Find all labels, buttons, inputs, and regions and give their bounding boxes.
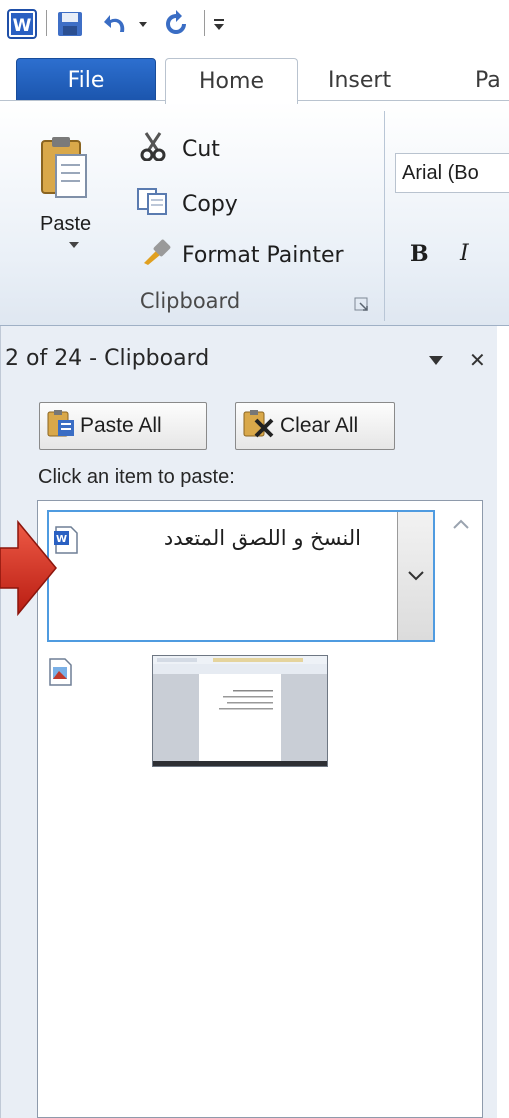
brush-icon (140, 237, 172, 273)
chevron-down-icon (407, 571, 424, 581)
ribbon-tabs: File Home Insert Pa (0, 50, 509, 104)
ribbon-home: Paste Cut Copy Format Painter Clipboard … (0, 100, 509, 326)
undo-icon[interactable] (100, 8, 132, 40)
tab-file[interactable]: File (16, 58, 156, 102)
image-item-icon[interactable] (47, 658, 73, 690)
pointer-arrow-icon (0, 518, 60, 632)
clear-all-button[interactable]: Clear All (235, 402, 395, 450)
word-app-icon[interactable]: W (6, 8, 38, 40)
scissors-icon (140, 131, 166, 167)
clipboard-item-selected[interactable]: W النسخ و اللصق المتعدد (47, 510, 435, 642)
item-dropdown-button[interactable] (397, 512, 433, 640)
dialog-launcher-icon[interactable] (354, 297, 370, 313)
svg-text:W: W (13, 16, 32, 36)
paste-all-button[interactable]: Paste All (39, 402, 207, 450)
font-name-box[interactable]: Arial (Bo (395, 153, 509, 193)
italic-button[interactable]: I (460, 241, 469, 266)
clipboard-item-list: W النسخ و اللصق المتعدد (37, 500, 483, 1118)
undo-dropdown-icon[interactable] (134, 8, 152, 40)
clear-all-icon (242, 408, 276, 444)
pane-options-icon[interactable] (428, 354, 444, 370)
format-painter-button[interactable]: Format Painter (140, 237, 344, 273)
cut-label: Cut (182, 136, 220, 162)
clear-all-label: Clear All (280, 414, 359, 437)
paste-all-icon (46, 408, 76, 444)
tab-insert[interactable]: Insert (328, 58, 438, 102)
paste-dropdown-icon[interactable] (68, 241, 80, 249)
close-icon[interactable]: ✕ (469, 348, 486, 372)
copy-icon (136, 187, 170, 221)
quick-access-toolbar: W (0, 0, 509, 50)
clipboard-image-thumbnail[interactable] (152, 655, 328, 767)
copy-button[interactable]: Copy (136, 187, 238, 221)
customize-qat-icon[interactable] (210, 8, 228, 40)
tab-page-layout[interactable]: Pa (475, 58, 509, 102)
scroll-up-icon[interactable] (452, 515, 470, 534)
paste-all-label: Paste All (80, 414, 162, 437)
click-to-paste-hint: Click an item to paste: (38, 466, 235, 488)
tab-home[interactable]: Home (165, 58, 298, 104)
group-divider (384, 111, 385, 321)
redo-icon[interactable] (160, 8, 192, 40)
copy-label: Copy (182, 191, 238, 217)
clipboard-item-text: النسخ و اللصق المتعدد (163, 526, 361, 550)
paste-button-label[interactable]: Paste (40, 213, 91, 236)
cut-button[interactable]: Cut (140, 131, 220, 167)
format-painter-label: Format Painter (182, 242, 344, 268)
clipboard-pane: 2 of 24 - Clipboard ✕ Paste All Clear Al… (0, 326, 497, 1118)
paste-icon[interactable] (40, 135, 88, 201)
save-icon[interactable] (54, 8, 86, 40)
clipboard-group-label: Clipboard (139, 289, 241, 313)
bold-button[interactable]: B (410, 241, 429, 267)
pane-title: 2 of 24 - Clipboard (5, 346, 210, 371)
